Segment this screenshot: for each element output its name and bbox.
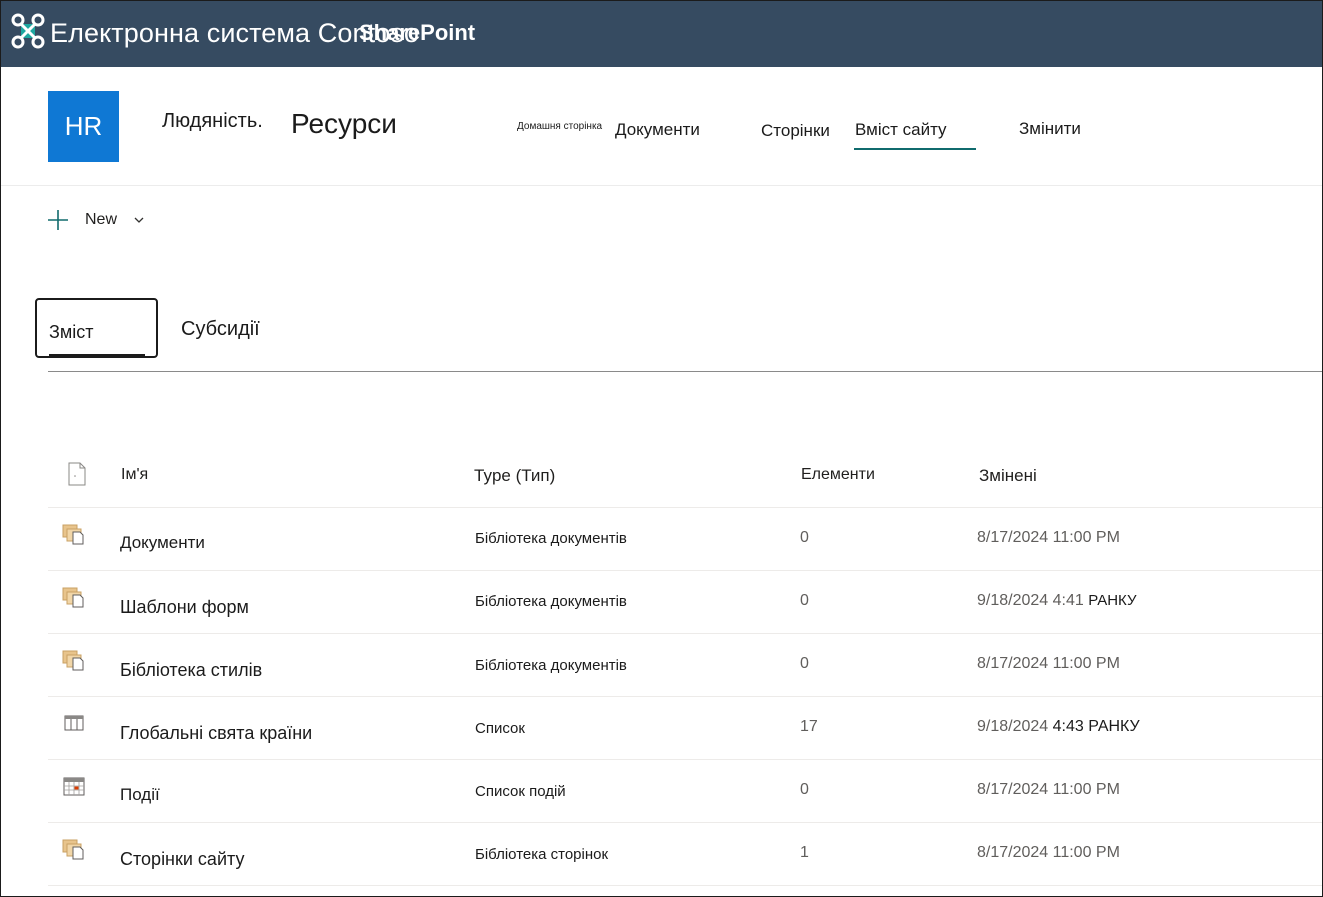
row-name[interactable]: Документи — [120, 533, 205, 553]
calendar-icon — [63, 777, 85, 796]
new-button-label: New — [85, 211, 118, 228]
row-type: Бібліотека документів — [475, 593, 627, 610]
sharepoint-knot-icon[interactable] — [11, 13, 45, 49]
site-logo[interactable]: HR — [48, 91, 119, 162]
row-type: Бібліотека сторінок — [475, 846, 609, 863]
row-modified-date: 8/17/2024 11:00 PM — [977, 655, 1120, 672]
nav-site-contents[interactable]: Вміст сайту — [855, 120, 947, 140]
row-modified: 9/18/2024 4:41 РАНКУ — [977, 592, 1137, 610]
row-type: Бібліотека документів — [475, 530, 627, 547]
product-name[interactable]: SharePoint — [359, 20, 475, 46]
site-logo-text: HR — [64, 111, 103, 141]
row-items: 0 — [800, 781, 809, 798]
row-modified-suffix: 4:43 РАНКУ — [1052, 718, 1140, 735]
row-items: 1 — [800, 844, 809, 861]
table-row[interactable]: Бібліотека стилів Бібліотека документів … — [48, 633, 1322, 696]
row-items: 0 — [800, 592, 809, 609]
row-type: Список — [475, 720, 525, 737]
row-name[interactable]: Сторінки сайту — [120, 849, 244, 870]
document-library-icon — [62, 587, 84, 608]
row-items: 0 — [800, 655, 809, 672]
table-row[interactable]: Глобальні свята країни Список 17 9/18/20… — [48, 696, 1322, 759]
list-icon — [64, 715, 84, 731]
row-modified-date: 8/17/2024 11:00 PM — [977, 844, 1120, 861]
row-name[interactable]: Події — [120, 785, 160, 805]
row-type: Бібліотека документів — [475, 657, 627, 674]
row-items: 0 — [800, 529, 809, 546]
table-row[interactable]: Події Список подій 0 8/17/2024 11:00 PM — [48, 759, 1322, 822]
tab-contents[interactable]: Зміст — [35, 298, 158, 358]
table-row[interactable]: Документи Бібліотека документів 0 8/17/2… — [48, 507, 1322, 570]
nav-pages[interactable]: Сторінки — [761, 121, 830, 141]
nav-edit-link[interactable]: Змінити — [1019, 119, 1081, 139]
suite-bar: Електронна система Contoso SharePoint — [1, 1, 1322, 67]
tabs-divider — [48, 371, 1322, 372]
row-name[interactable]: Бібліотека стилів — [120, 660, 262, 681]
row-modified: 8/17/2024 11:00 PM — [977, 529, 1120, 547]
chevron-down-icon — [134, 217, 144, 223]
document-library-icon — [62, 839, 84, 860]
table-row[interactable]: Сторінки сайту Бібліотека сторінок 1 8/1… — [48, 822, 1322, 885]
row-modified: 8/17/2024 11:00 PM — [977, 655, 1120, 673]
row-type: Список подій — [475, 783, 566, 800]
row-modified-suffix: РАНКУ — [1088, 592, 1137, 609]
row-modified-date: 9/18/2024 4:41 — [977, 592, 1084, 609]
row-modified-date: 8/17/2024 11:00 PM — [977, 781, 1120, 798]
tab-subsites[interactable]: Субсидії — [181, 318, 260, 341]
column-header-items[interactable]: Елементи — [801, 466, 875, 484]
new-button[interactable]: New — [46, 204, 145, 236]
document-library-icon — [62, 524, 84, 545]
site-title-part1[interactable]: Людяність. — [162, 110, 263, 133]
tab-contents-label: Зміст — [49, 322, 94, 342]
row-modified-date: 8/17/2024 11:00 PM — [977, 529, 1120, 546]
row-name[interactable]: Глобальні свята країни — [120, 723, 312, 744]
table-bottom-border — [48, 885, 1322, 886]
file-type-icon[interactable] — [67, 462, 87, 486]
column-header-modified[interactable]: Змінені — [979, 466, 1037, 486]
column-header-type[interactable]: Type (Тип) — [474, 466, 555, 486]
header-divider — [1, 185, 1322, 186]
row-modified: 9/18/2024 4:43 РАНКУ — [977, 718, 1140, 736]
plus-icon — [48, 210, 68, 230]
row-modified-date: 9/18/2024 — [977, 718, 1049, 735]
row-items: 17 — [800, 718, 818, 735]
nav-documents[interactable]: Документи — [615, 120, 700, 140]
tab-active-underline — [49, 354, 145, 356]
row-modified: 8/17/2024 11:00 PM — [977, 781, 1120, 799]
nav-home[interactable]: Домашня сторінка — [517, 121, 602, 132]
document-library-icon — [62, 650, 84, 671]
row-name[interactable]: Шаблони форм — [120, 597, 249, 618]
page-frame: Електронна система Contoso SharePoint HR… — [0, 0, 1323, 897]
nav-active-indicator — [854, 148, 976, 150]
site-title-part2[interactable]: Ресурси — [291, 108, 397, 140]
column-header-name[interactable]: Ім'я — [121, 466, 148, 484]
table-row[interactable]: Шаблони форм Бібліотека документів 0 9/1… — [48, 570, 1322, 633]
row-modified: 8/17/2024 11:00 PM — [977, 844, 1120, 862]
